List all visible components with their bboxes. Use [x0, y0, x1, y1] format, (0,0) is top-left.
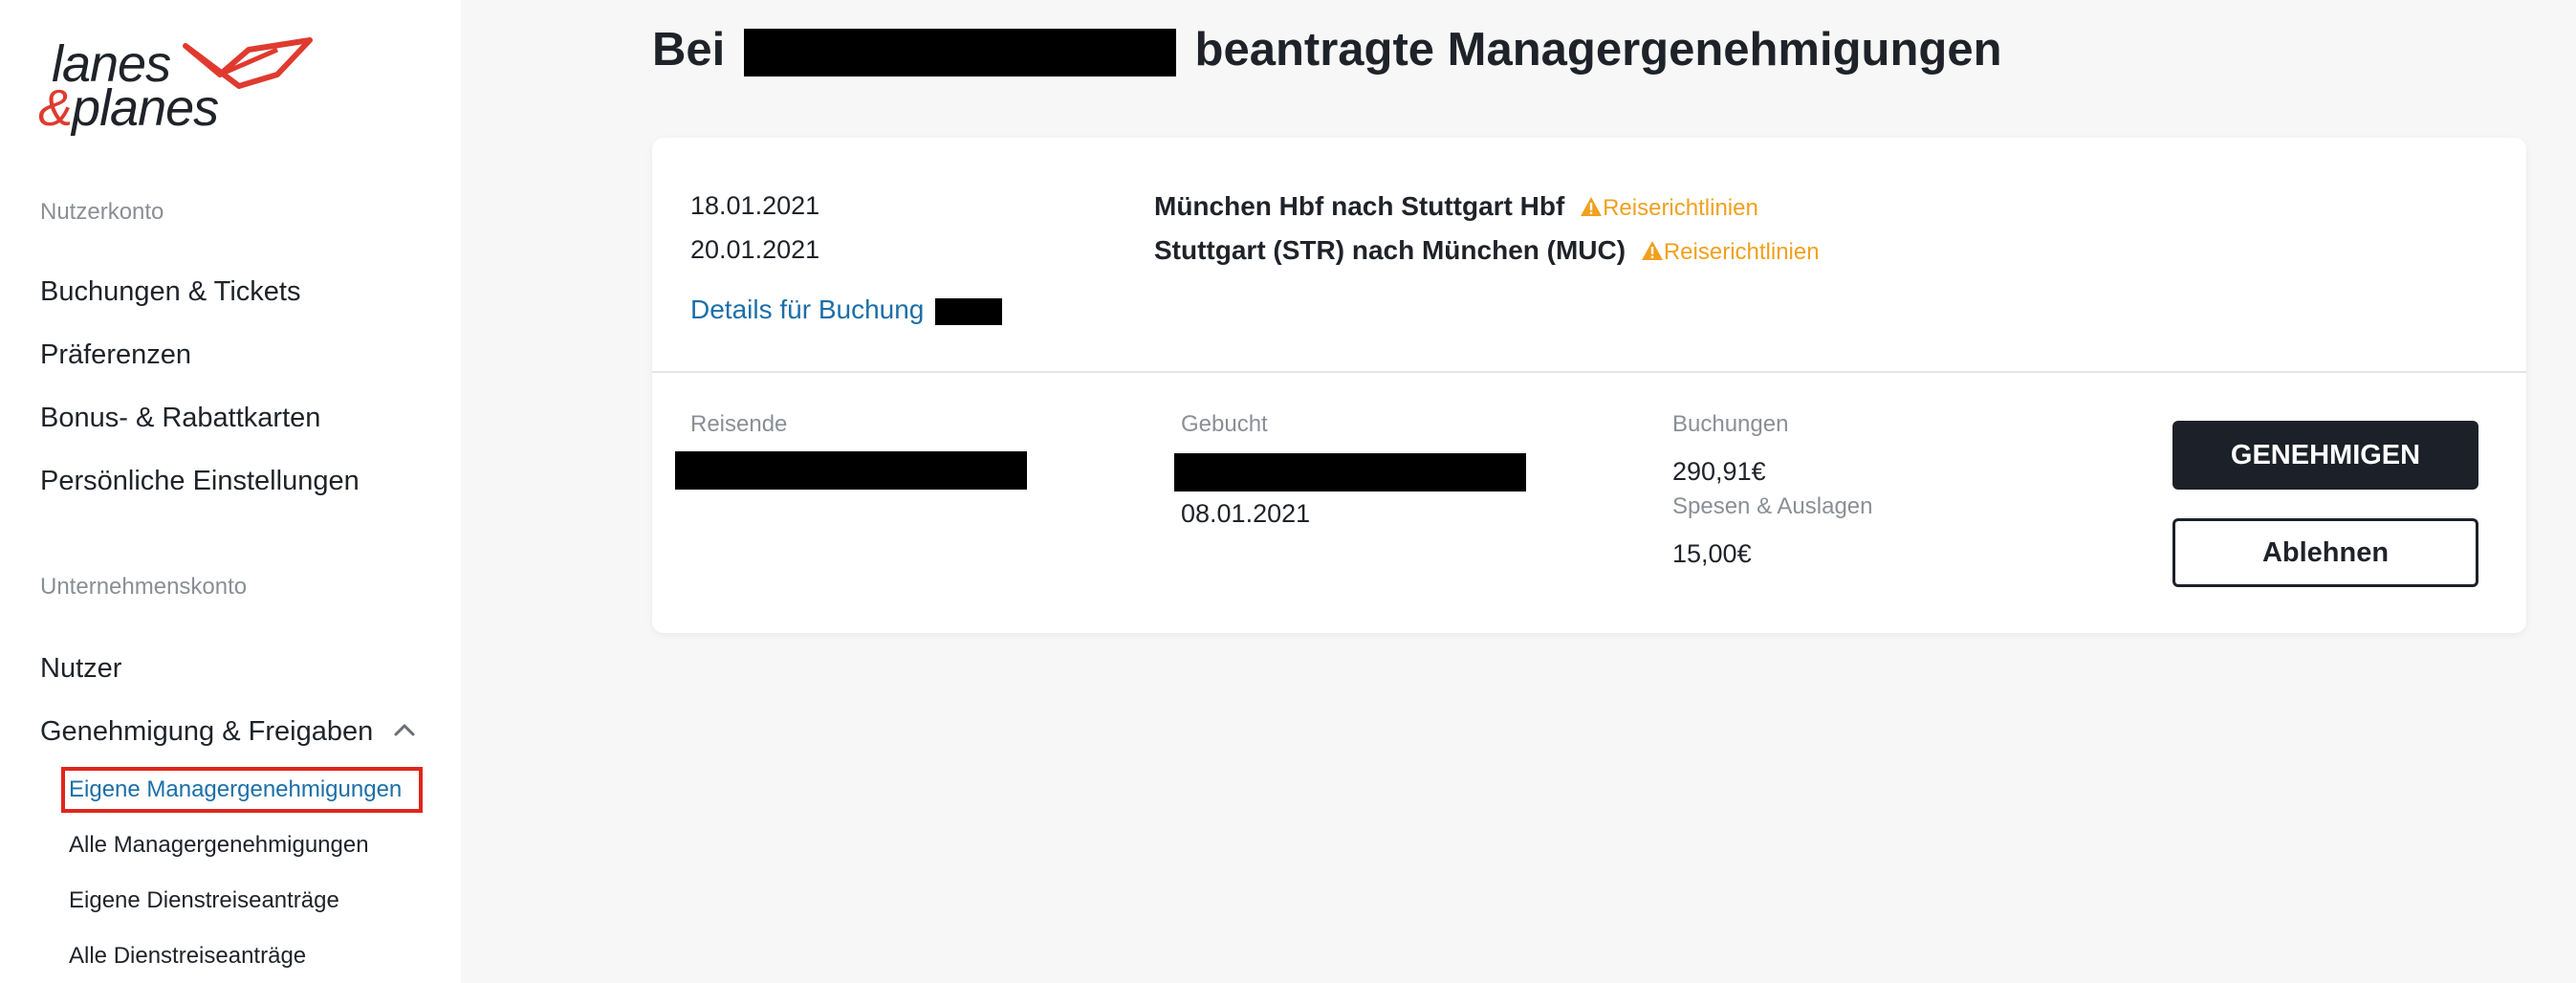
policy-warning-1[interactable]: Reiserichtlinien [1580, 195, 1758, 221]
redacted-booker-name [1174, 453, 1526, 492]
policy-warning-2-text: Reiserichtlinien [1663, 239, 1820, 265]
expenses-amount: 15,00€ [1672, 539, 1752, 568]
booking-details-link-text: Details für Buchung [690, 295, 925, 324]
trip-route-2-text: Stuttgart (STR) nach München (MUC) [1154, 235, 1626, 265]
policy-warning-2[interactable]: Reiserichtlinien [1641, 239, 1820, 265]
logo-ampersand: & [38, 79, 73, 137]
warning-icon [1581, 197, 1603, 216]
approval-card: 18.01.2021 20.01.2021 München Hbf nach S… [652, 138, 2526, 633]
nav-bookings-tickets[interactable]: Buchungen & Tickets [40, 276, 300, 308]
booked-label: Gebucht [1181, 411, 1268, 437]
nav-approvals-releases[interactable]: Genehmigung & Freigaben [40, 716, 373, 748]
page-title: Bei beantragte Managergenehmigungen [652, 23, 2002, 77]
booked-date: 08.01.2021 [1181, 499, 1311, 528]
subnav-own-travel-requests[interactable]: Eigene Dienstreiseanträge [69, 887, 339, 914]
nav-bonus-discount-cards[interactable]: Bonus- & Rabattkarten [40, 403, 320, 434]
paper-plane-icon [183, 37, 313, 89]
section-label-company-account: Unternehmenskonto [40, 574, 248, 600]
travelers-label: Reisende [690, 411, 788, 437]
reject-button[interactable]: Ablehnen [2172, 518, 2478, 587]
trip-route-1: München Hbf nach Stuttgart Hbf Reiserich… [1154, 191, 1758, 222]
bookings-label: Buchungen [1672, 411, 1789, 437]
chevron-up-icon[interactable] [392, 717, 417, 742]
card-divider [652, 371, 2526, 373]
section-label-user-account: Nutzerkonto [40, 199, 164, 225]
subnav-all-manager-approvals[interactable]: Alle Managergenehmigungen [69, 832, 369, 859]
nav-preferences[interactable]: Präferenzen [40, 339, 191, 371]
policy-warning-1-text: Reiserichtlinien [1603, 195, 1758, 221]
trip-route-2: Stuttgart (STR) nach München (MUC) Reise… [1154, 235, 1820, 266]
expenses-label: Spesen & Auslagen [1672, 493, 1873, 519]
subnav-all-travel-requests[interactable]: Alle Dienstreiseanträge [69, 943, 306, 970]
brand-logo[interactable]: lanes &planes [38, 34, 313, 140]
redacted-traveler-name [675, 451, 1027, 490]
nav-personal-settings[interactable]: Persönliche Einstellungen [40, 466, 360, 497]
trip-route-1-text: München Hbf nach Stuttgart Hbf [1154, 191, 1565, 221]
bookings-amount: 290,91€ [1672, 457, 1766, 486]
warning-icon [1641, 241, 1663, 260]
sidebar: lanes &planes Nutzerkonto Buchungen & Ti… [0, 0, 461, 983]
page-title-prefix: Bei [652, 24, 726, 76]
trip-date-2: 20.01.2021 [690, 235, 820, 264]
redacted-booking-id [935, 297, 1003, 325]
nav-users[interactable]: Nutzer [40, 653, 121, 685]
subnav-own-manager-approvals[interactable]: Eigene Managergenehmigungen [69, 776, 402, 803]
redacted-name [743, 29, 1176, 77]
trip-date-1: 18.01.2021 [690, 191, 820, 220]
approve-button[interactable]: GENEHMIGEN [2172, 421, 2478, 490]
page-title-suffix: beantragte Managergenehmigungen [1194, 24, 2002, 76]
booking-details-link[interactable]: Details für Buchung [690, 295, 1003, 325]
